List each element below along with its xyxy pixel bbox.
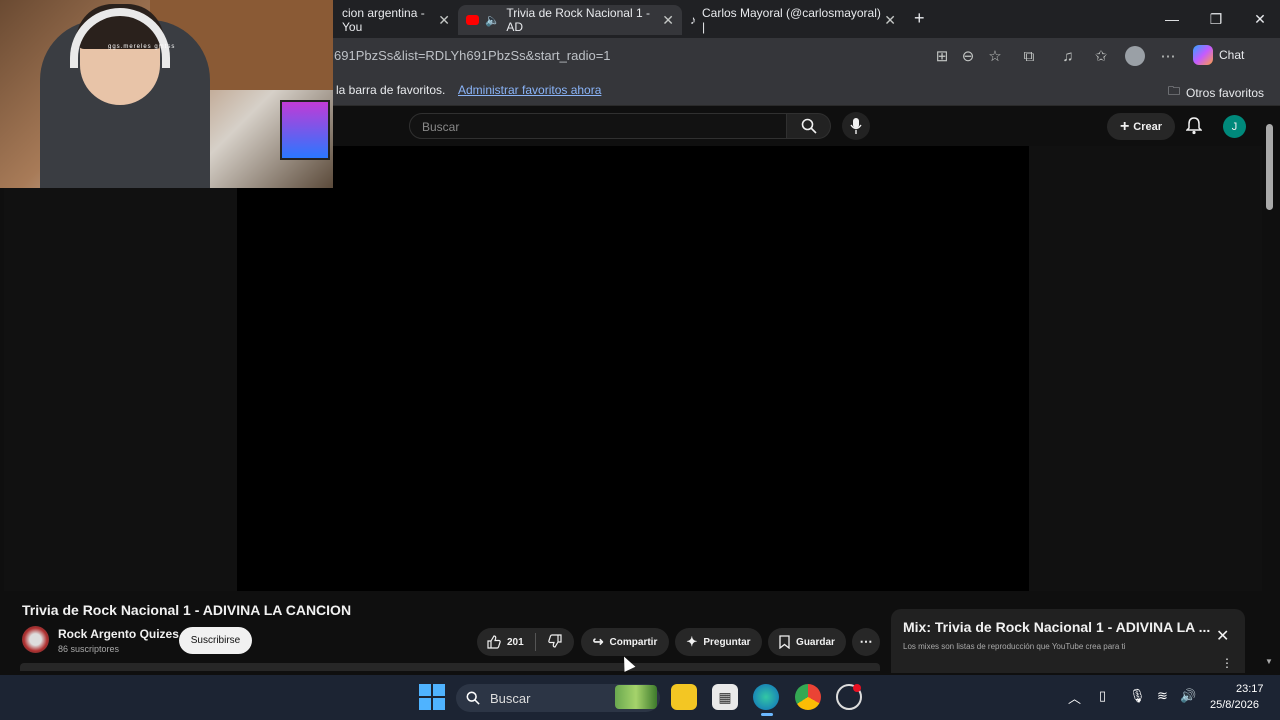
webcam-overlay-text: ggs.mereles gmtss [108, 44, 176, 50]
search-highlight-image [615, 685, 657, 709]
star-icon[interactable]: ☆ [983, 44, 1007, 68]
windows-start-icon[interactable] [419, 684, 445, 710]
more-icon: ⋯ [859, 634, 873, 649]
recording-badge [853, 684, 861, 692]
tab-youtube-search[interactable]: cion argentina - You ✕ [334, 5, 458, 35]
speaker-icon[interactable]: 🔈 [485, 13, 500, 27]
apps-icon[interactable]: ⊞ [930, 44, 954, 68]
close-window-icon[interactable]: ✕ [1238, 0, 1280, 38]
volume-icon[interactable]: 🔊 [1180, 688, 1196, 704]
media-icon[interactable]: ♫ [1056, 44, 1080, 68]
tab-trivia[interactable]: 🔈 Trivia de Rock Nacional 1 - AD ✕ [458, 5, 682, 35]
wifi-icon[interactable]: ≋ [1157, 688, 1168, 704]
scrollbar-thumb[interactable] [1266, 124, 1273, 210]
voice-search-button[interactable] [842, 112, 870, 140]
tiktok-icon: ♪ [690, 13, 696, 27]
search-input[interactable]: Buscar [409, 113, 787, 139]
youtube-icon [466, 15, 480, 25]
favorites-icon[interactable]: ✩ [1089, 44, 1113, 68]
copilot-chat-button[interactable]: Chat [1193, 45, 1244, 65]
subscriber-count: 86 suscriptores [58, 644, 120, 654]
tab-label: cion argentina - You [342, 6, 425, 34]
more-actions-button[interactable]: ⋯ [852, 628, 880, 656]
clock-time[interactable]: 23:17 [1236, 683, 1264, 695]
share-button[interactable]: ↪ Compartir [581, 628, 669, 656]
copilot-icon [1193, 45, 1213, 65]
favorites-hint: la barra de favoritos. [336, 83, 446, 97]
more-icon[interactable]: ⋯ [1156, 44, 1180, 68]
minimize-icon[interactable]: — [1150, 0, 1194, 38]
bookmark-icon [779, 635, 790, 649]
webcam-overlay: ggs.mereles gmtss [0, 0, 333, 188]
like-divider [535, 633, 536, 651]
tab-tiktok[interactable]: ♪ Carlos Mayoral (@carlosmayoral) | ✕ [682, 5, 904, 35]
thumbs-down-icon [548, 634, 562, 648]
webcam-pc-lights [280, 100, 330, 160]
share-icon: ↪ [592, 634, 604, 649]
description-box[interactable] [20, 663, 880, 671]
folder-icon: 🗀 [1168, 84, 1181, 98]
other-favorites[interactable]: 🗀 Otros favoritos [1168, 82, 1264, 103]
like-button[interactable]: 201 [487, 635, 524, 649]
avatar[interactable]: J [1223, 115, 1246, 138]
sparkle-icon: ✦ [686, 634, 698, 649]
close-icon[interactable]: ✕ [884, 12, 896, 29]
mic-icon[interactable]: 🎙 [1129, 688, 1146, 704]
tab-label: Trivia de Rock Nacional 1 - AD [506, 6, 650, 34]
tab-label: Carlos Mayoral (@carlosmayoral) | [702, 6, 881, 34]
extensions-icon[interactable]: ⧉ [1017, 44, 1041, 68]
search-button[interactable] [787, 113, 831, 139]
active-app-indicator [761, 713, 773, 716]
scroll-down-icon[interactable]: ▼ [1265, 657, 1273, 666]
store-icon[interactable]: ▦ [712, 684, 738, 710]
url-field[interactable]: 691PbzSs&list=RDLYh691PbzSs&start_radio=… [334, 48, 611, 63]
usb-icon[interactable]: ▯ [1099, 688, 1106, 704]
channel-avatar[interactable] [22, 626, 49, 653]
notifications-button[interactable] [1184, 116, 1204, 136]
file-explorer-icon[interactable] [671, 684, 697, 710]
video-title: Trivia de Rock Nacional 1 - ADIVINA LA C… [22, 602, 352, 618]
mix-subtitle: Los mixes son listas de reproducción que… [903, 642, 1126, 651]
video-player[interactable] [237, 146, 1029, 591]
kebab-menu-icon[interactable]: ⋮ [1221, 656, 1233, 670]
profile-icon[interactable] [1123, 44, 1147, 68]
ask-button[interactable]: ✦ Preguntar [675, 628, 762, 656]
search-icon [801, 118, 817, 134]
mix-title[interactable]: Mix: Trivia de Rock Nacional 1 - ADIVINA… [903, 619, 1210, 635]
manage-favorites-link[interactable]: Administrar favoritos ahora [458, 83, 601, 97]
close-icon[interactable]: ✕ [662, 12, 674, 29]
edge-icon[interactable] [753, 684, 779, 710]
plus-icon: + [1119, 117, 1130, 135]
dislike-button[interactable] [548, 634, 562, 653]
clock-date[interactable]: 25/8/2026 [1210, 699, 1259, 711]
search-icon [466, 691, 480, 705]
close-icon[interactable]: ✕ [438, 12, 450, 29]
mic-icon [850, 118, 862, 134]
chevron-up-icon[interactable]: ︿ [1068, 688, 1081, 707]
create-button[interactable]: + Crear [1107, 113, 1175, 140]
chrome-icon[interactable] [795, 684, 821, 710]
save-button[interactable]: Guardar [768, 628, 846, 656]
zoom-icon[interactable]: ⊖ [956, 44, 980, 68]
new-tab-icon[interactable]: + [914, 8, 925, 29]
restore-icon[interactable]: ❐ [1194, 0, 1238, 38]
subscribe-button[interactable]: Suscribirse [179, 627, 252, 654]
channel-name[interactable]: Rock Argento Quizes [58, 627, 179, 641]
thumbs-up-icon [487, 635, 501, 649]
close-icon[interactable]: ✕ [1216, 626, 1229, 646]
bell-icon [1186, 117, 1202, 135]
